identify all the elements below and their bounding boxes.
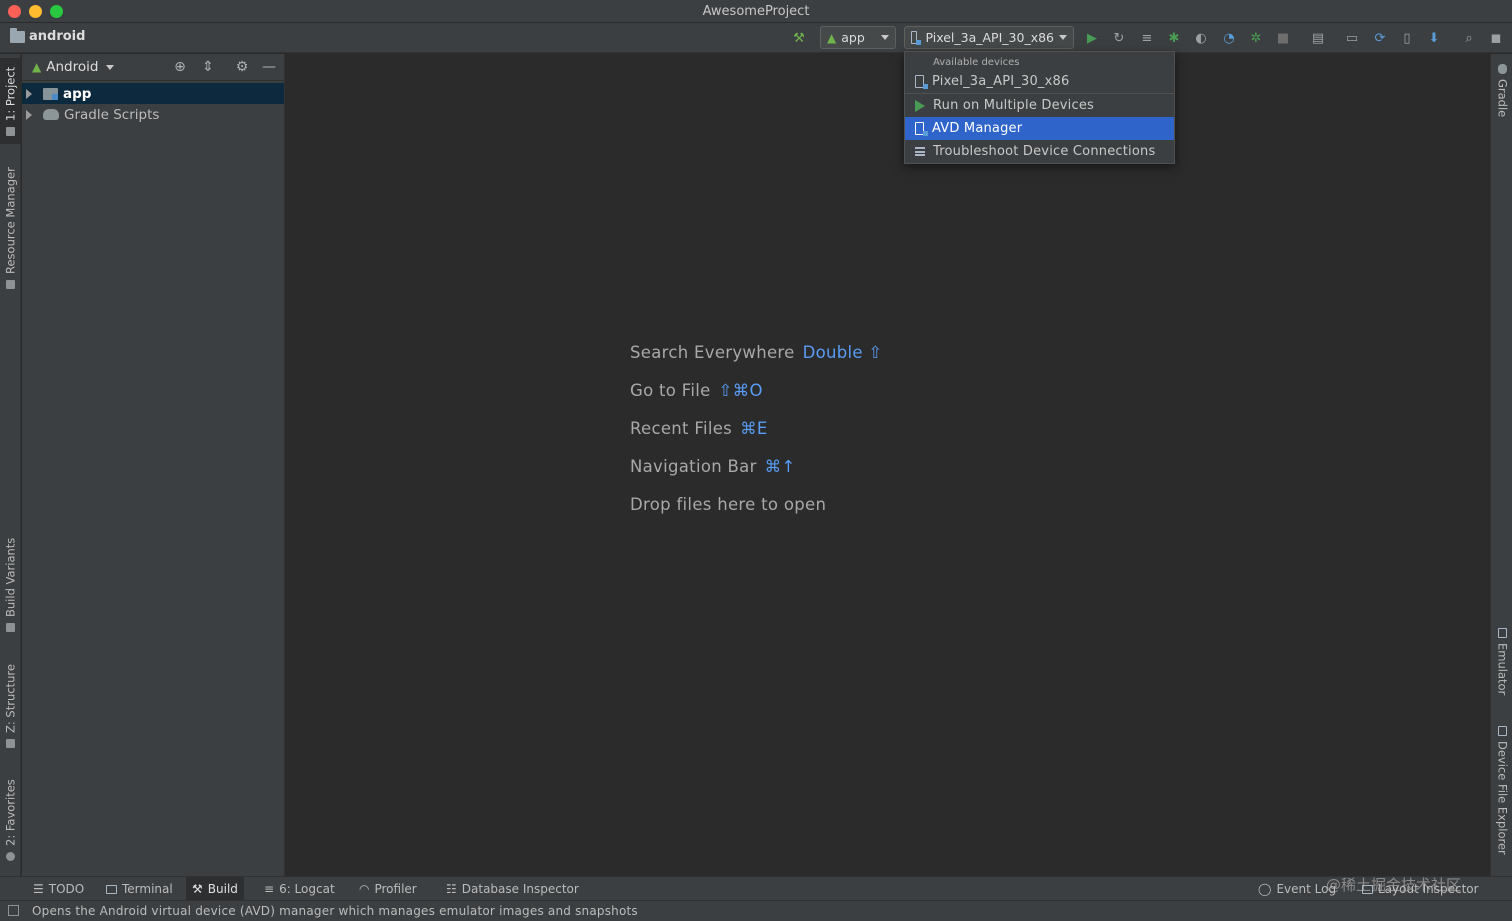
tab-todo[interactable]: ☰ TODO: [27, 877, 90, 901]
search-icon[interactable]: ⌕: [1459, 28, 1479, 48]
run-icon: [915, 99, 925, 112]
expand-arrow-icon[interactable]: [26, 109, 32, 120]
sdk-manager-icon[interactable]: ⬇: [1424, 28, 1444, 48]
build-variants-icon: [6, 623, 15, 633]
phone-device-icon: [915, 75, 928, 89]
gradle-elephant-icon: [43, 109, 59, 120]
project-name: android: [29, 29, 86, 44]
module-folder-icon: [43, 87, 58, 100]
stop-icon[interactable]: ■: [1273, 28, 1293, 48]
run-config-selector[interactable]: ▲ app: [820, 26, 896, 49]
hammer-icon: ⚒: [192, 882, 203, 896]
available-devices-header: Available devices: [933, 57, 1020, 68]
project-panel: ▲ Android ⊕ ⇕ ⚙ — app Gradle Scripts: [22, 54, 285, 876]
project-breadcrumb[interactable]: android: [10, 27, 86, 44]
terminal-icon: [106, 884, 117, 894]
hint-drop-files: Drop files here to open: [630, 495, 827, 514]
window-title: AwesomeProject: [702, 4, 810, 19]
menu-item-run-multiple[interactable]: Run on Multiple Devices: [905, 94, 1174, 117]
avd-manager-icon: [915, 122, 928, 136]
apply-code-changes-icon[interactable]: ≡: [1137, 28, 1157, 48]
tab-terminal[interactable]: Terminal: [100, 877, 179, 901]
menu-item-device[interactable]: Pixel_3a_API_30_x86: [905, 70, 1174, 93]
editor-empty-area[interactable]: Search Everywhere Double ⇧ Go to File ⇧⌘O …: [286, 54, 1489, 876]
tree-item-gradle-scripts[interactable]: Gradle Scripts: [22, 104, 284, 125]
tab-project[interactable]: 1: Project: [0, 58, 21, 144]
main-toolbar: android ⚒ ▲ app Pixel_3a_API_30_x86 ▶ ↻ …: [0, 23, 1512, 53]
expand-arrow-icon[interactable]: [26, 88, 32, 99]
hide-panel-icon[interactable]: —: [260, 58, 278, 76]
event-log-icon: ◯: [1258, 882, 1272, 896]
project-panel-header: ▲ Android ⊕ ⇕ ⚙ —: [22, 54, 284, 81]
tab-gradle[interactable]: Gradle: [1492, 64, 1512, 134]
toggle-tool-windows-icon[interactable]: [8, 905, 19, 916]
profile-icon[interactable]: ◔: [1219, 28, 1239, 48]
view-mode-label[interactable]: Android: [46, 59, 98, 75]
layout-icon[interactable]: ▭: [1342, 28, 1362, 48]
folder-icon: [6, 126, 15, 136]
locate-file-icon[interactable]: ⊕: [171, 58, 189, 76]
gear-icon[interactable]: ⚙: [233, 58, 251, 76]
list-icon: [915, 147, 925, 156]
user-account-icon[interactable]: ◼: [1486, 28, 1506, 48]
database-icon: ☷: [446, 882, 457, 896]
run-config-label: app: [841, 30, 865, 45]
project-tree: app Gradle Scripts: [22, 81, 284, 125]
collapse-all-icon[interactable]: ⇕: [199, 58, 217, 76]
coverage-icon[interactable]: ◐: [1191, 28, 1211, 48]
structure-icon: [6, 738, 15, 748]
title-bar: AwesomeProject: [0, 0, 1512, 23]
run-icon[interactable]: ▶: [1082, 28, 1102, 48]
right-tool-stripe: Gradle Emulator Device File Explorer: [1490, 54, 1512, 876]
bottom-tool-bar: ☰ TODO Terminal ⚒ Build ≡ 6: Logcat ◠ Pr…: [0, 876, 1512, 901]
folder-icon: [10, 27, 25, 43]
tab-logcat[interactable]: ≡ 6: Logcat: [258, 877, 341, 901]
chevron-down-icon: [1059, 35, 1067, 40]
tab-emulator[interactable]: Emulator: [1492, 628, 1512, 708]
tab-structure[interactable]: Z: Structure: [0, 658, 21, 754]
chevron-down-icon: [881, 35, 889, 40]
project-structure-icon[interactable]: ▤: [1308, 28, 1328, 48]
menu-item-troubleshoot[interactable]: Troubleshoot Device Connections: [905, 140, 1174, 163]
profiler-gauge-icon: ◠: [359, 882, 370, 896]
android-icon: ▲: [32, 60, 42, 74]
tab-build[interactable]: ⚒ Build: [186, 877, 244, 901]
build-hammer-icon[interactable]: ⚒: [789, 28, 809, 48]
list-icon: ☰: [33, 882, 44, 896]
resource-icon: [6, 279, 15, 289]
device-file-icon: [1498, 726, 1507, 736]
gradle-elephant-icon: [1498, 64, 1507, 74]
tab-profiler[interactable]: ◠ Profiler: [353, 877, 423, 901]
chevron-down-icon[interactable]: [106, 64, 115, 70]
tab-resource-manager[interactable]: Resource Manager: [0, 158, 21, 298]
attach-debugger-icon[interactable]: ✲: [1246, 28, 1266, 48]
device-selector[interactable]: Pixel_3a_API_30_x86: [904, 26, 1074, 49]
debug-icon[interactable]: ✱: [1164, 28, 1184, 48]
status-bar: Opens the Android virtual device (AVD) m…: [0, 900, 1512, 921]
hint-go-to-file: Go to File ⇧⌘O: [630, 381, 763, 400]
tab-build-variants[interactable]: Build Variants: [0, 532, 21, 638]
device-dropdown-menu: Available devices Pixel_3a_API_30_x86 Ru…: [904, 51, 1175, 164]
logcat-icon: ≡: [264, 882, 275, 896]
hint-navigation-bar: Navigation Bar ⌘↑: [630, 457, 796, 476]
device-label: Pixel_3a_API_30_x86: [925, 30, 1054, 45]
phone-device-icon: [911, 31, 923, 45]
watermark: @稀土掘金技术社区: [1326, 876, 1462, 894]
status-message: Opens the Android virtual device (AVD) m…: [32, 904, 638, 918]
star-icon: [6, 851, 15, 861]
avd-manager-icon[interactable]: ▯: [1397, 28, 1417, 48]
menu-item-avd-manager[interactable]: AVD Manager: [905, 117, 1174, 140]
tab-device-file-explorer[interactable]: Device File Explorer: [1492, 726, 1512, 866]
apply-changes-icon[interactable]: ↻: [1109, 28, 1129, 48]
android-icon: ▲: [827, 30, 837, 45]
hint-recent-files: Recent Files ⌘E: [630, 419, 768, 438]
emulator-icon: [1498, 628, 1507, 638]
hint-search-everywhere: Search Everywhere Double ⇧: [630, 343, 883, 362]
tab-favorites[interactable]: 2: Favorites: [0, 772, 21, 868]
sync-gradle-icon[interactable]: ⟳: [1370, 28, 1390, 48]
tab-database-inspector[interactable]: ☷ Database Inspector: [440, 877, 585, 901]
tree-item-app[interactable]: app: [22, 83, 284, 104]
left-tool-stripe: 1: Project Resource Manager Build Varian…: [0, 54, 21, 876]
